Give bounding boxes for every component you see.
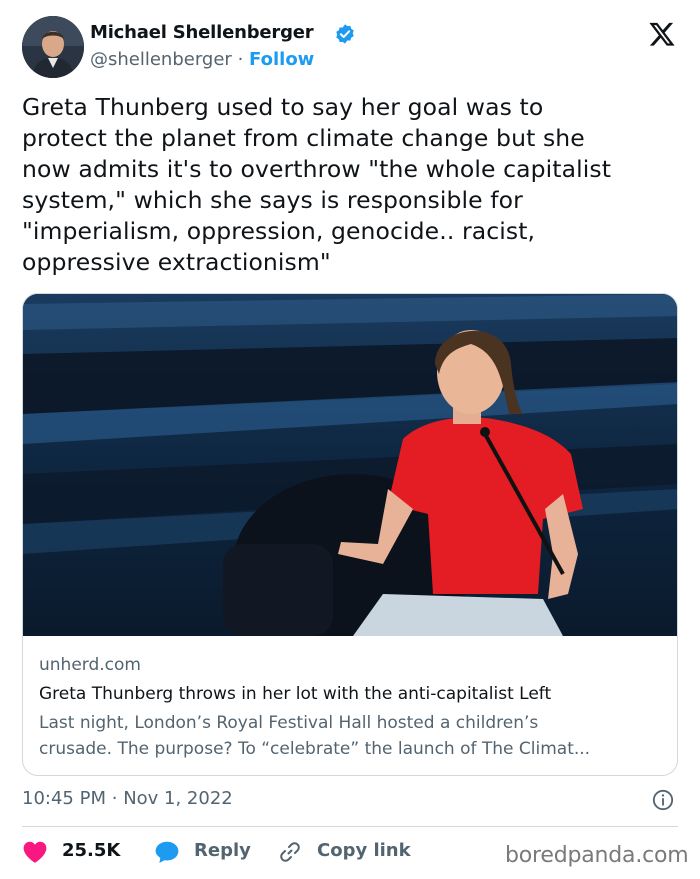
copy-link-label: Copy link (317, 840, 411, 861)
card-description-line: Last night, London’s Royal Festival Hall… (39, 713, 539, 733)
link-icon (280, 842, 300, 862)
author-name[interactable]: Michael Shellenberger (90, 22, 314, 43)
tweet-text-line: system," which she says is responsible f… (22, 186, 523, 214)
follow-button[interactable]: Follow (249, 49, 314, 70)
verified-badge-icon (336, 24, 354, 44)
author-handle[interactable]: @shellenberger (90, 49, 232, 70)
timestamp-separator: · (111, 788, 118, 809)
card-domain: unherd.com (39, 655, 141, 675)
tweet-text-line: "imperialism, oppression, genocide.. rac… (22, 217, 536, 245)
like-button[interactable]: 25.5K (22, 838, 132, 866)
author-handle-row: @shellenberger · Follow (90, 49, 314, 70)
copy-link-button[interactable]: Copy link (277, 838, 427, 866)
card-title[interactable]: Greta Thunberg throws in her lot with th… (39, 684, 551, 704)
watermark: boredpanda.com (505, 843, 689, 868)
card-description: Last night, London’s Royal Festival Hall… (39, 710, 665, 762)
link-preview-card[interactable]: unherd.com Greta Thunberg throws in her … (22, 293, 678, 776)
heart-icon (23, 841, 47, 863)
avatar[interactable] (22, 16, 84, 78)
tweet-time: 10:45 PM (22, 788, 106, 809)
tweet-date: Nov 1, 2022 (123, 788, 233, 809)
handle-separator: · (237, 49, 244, 70)
card-description-line: crusade. The purpose? To “celebrate” the… (39, 739, 591, 759)
tweet-header: Michael Shellenberger @shellenberger · F… (22, 16, 682, 78)
tweet-text-line: now admits it's to overthrow "the whole … (22, 155, 612, 183)
card-image[interactable] (23, 294, 677, 654)
like-count: 25.5K (62, 840, 121, 861)
divider (22, 826, 678, 827)
tweet-text-line: oppressive extractionism" (22, 248, 331, 276)
tweet-text: Greta Thunberg used to say her goal was … (22, 92, 682, 278)
info-icon[interactable] (652, 789, 674, 811)
tweet-text-line: protect the planet from climate change b… (22, 124, 585, 152)
reply-label: Reply (194, 840, 251, 861)
tweet-text-line: Greta Thunberg used to say her goal was … (22, 93, 544, 121)
reply-button[interactable]: Reply (154, 838, 264, 866)
reply-bubble-icon (155, 841, 179, 863)
tweet-timestamp[interactable]: 10:45 PM · Nov 1, 2022 (22, 788, 233, 809)
x-logo-icon[interactable] (648, 20, 676, 48)
